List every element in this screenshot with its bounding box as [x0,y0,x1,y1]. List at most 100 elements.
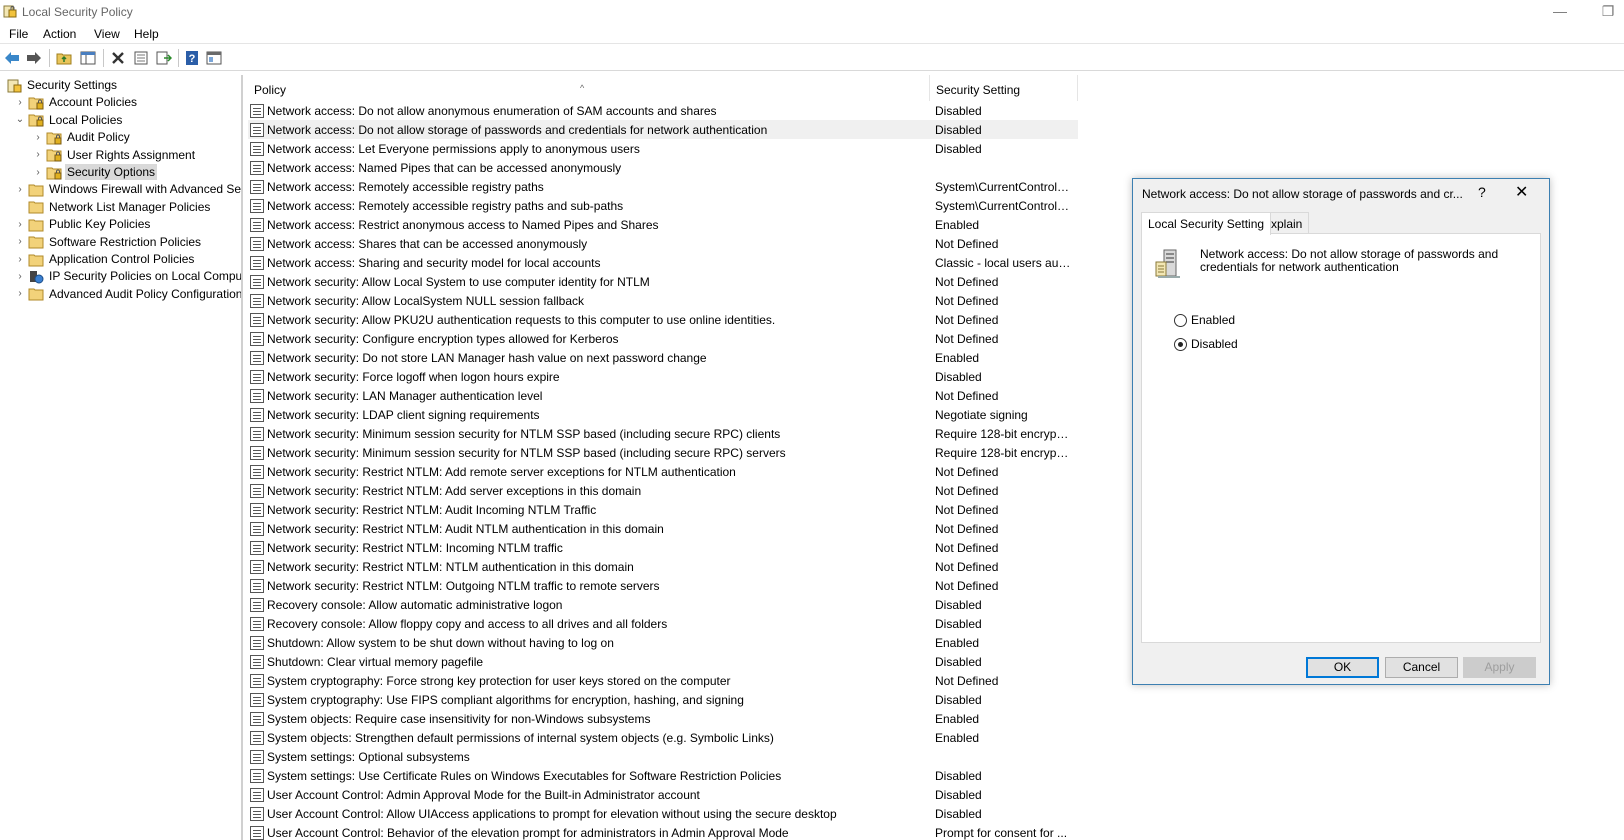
table-row[interactable]: Network security: Minimum session securi… [248,443,1078,462]
menu-view[interactable]: View [94,27,120,41]
table-row[interactable]: Network access: Restrict anonymous acces… [248,215,1078,234]
chevron-right-icon[interactable]: › [14,97,26,108]
tree-item-account-policies[interactable]: › Account Policies [14,93,139,111]
radio-enabled-circle[interactable] [1174,313,1187,327]
chevron-right-icon[interactable]: › [32,149,44,160]
table-row[interactable]: System objects: Require case insensitivi… [248,709,1078,728]
tab-local-security-setting[interactable]: Local Security Setting [1141,212,1272,235]
table-row[interactable]: Network security: Restrict NTLM: Audit I… [248,500,1078,519]
table-row[interactable]: Network security: Restrict NTLM: Incomin… [248,538,1078,557]
table-row[interactable]: System settings: Optional subsystems [248,747,1078,766]
dialog-close-button[interactable]: ✕ [1515,182,1528,202]
tree-item-security-settings[interactable]: Security Settings [4,76,119,94]
tree-item-application-control-policies[interactable]: › Application Control Policies [14,250,196,268]
tree-item-advanced-audit-policy-configuration[interactable]: › Advanced Audit Policy Configuration [14,285,241,303]
ok-button[interactable]: OK [1306,657,1379,678]
tree-item-public-key-policies[interactable]: › Public Key Policies [14,215,152,233]
table-row[interactable]: Network access: Shares that can be acces… [248,234,1078,253]
properties-icon[interactable] [132,49,150,67]
chevron-right-icon[interactable]: › [14,254,26,265]
chevron-right-icon[interactable]: › [14,288,26,299]
table-row[interactable]: Network access: Remotely accessible regi… [248,196,1078,215]
chevron-right-icon[interactable]: › [32,167,44,178]
table-row[interactable]: User Account Control: Behavior of the el… [248,823,1078,840]
radio-disabled-circle[interactable] [1174,337,1187,351]
svg-text:?: ? [189,53,196,65]
menu-action[interactable]: Action [43,27,76,41]
column-header-policy[interactable]: Policy ^ [248,75,930,101]
table-row[interactable]: User Account Control: Admin Approval Mod… [248,785,1078,804]
radio-enabled[interactable]: Enabled [1174,313,1235,327]
pane-splitter[interactable] [242,75,246,840]
table-row[interactable]: Network security: Allow PKU2U authentica… [248,310,1078,329]
table-row[interactable]: Network security: Restrict NTLM: NTLM au… [248,557,1078,576]
chevron-down-icon[interactable]: ⌄ [14,114,26,125]
chevron-right-icon[interactable]: › [14,236,26,247]
tree-item-ip-security-policies-on-local-compute[interactable]: › IP Security Policies on Local Compute [14,267,241,285]
table-row[interactable]: Network security: Do not store LAN Manag… [248,348,1078,367]
policy-name: Network security: LDAP client signing re… [267,407,540,422]
table-row[interactable]: Network security: Restrict NTLM: Add ser… [248,481,1078,500]
chevron-right-icon[interactable]: › [14,184,26,195]
table-row[interactable]: Shutdown: Clear virtual memory pagefile D… [248,652,1078,671]
delete-icon[interactable] [109,49,127,67]
cancel-button[interactable]: Cancel [1385,657,1458,678]
tree-item-windows-firewall-with-advanced-secu[interactable]: › Windows Firewall with Advanced Secu [14,180,241,198]
table-row[interactable]: Network security: Allow Local System to … [248,272,1078,291]
menu-file[interactable]: File [9,27,28,41]
minimize-button[interactable]: — [1550,2,1570,20]
radio-disabled[interactable]: Disabled [1174,337,1238,351]
chevron-right-icon[interactable]: › [14,219,26,230]
table-row[interactable]: Network security: Restrict NTLM: Outgoin… [248,576,1078,595]
security-setting-value: Enabled [935,217,980,232]
table-row[interactable]: Network security: LAN Manager authentica… [248,386,1078,405]
table-row[interactable]: System settings: Use Certificate Rules o… [248,766,1078,785]
security-setting-value: Disabled [935,654,982,669]
table-row[interactable]: Network access: Sharing and security mod… [248,253,1078,272]
table-row[interactable]: Network access: Do not allow anonymous e… [248,101,1078,120]
table-row[interactable]: Network access: Named Pipes that can be … [248,158,1078,177]
menu-help[interactable]: Help [134,27,159,41]
table-row[interactable]: Network security: Configure encryption t… [248,329,1078,348]
table-row[interactable]: Network access: Do not allow storage of … [248,120,1078,139]
dialog-help-button[interactable]: ? [1478,184,1486,200]
policy-item-icon [250,806,264,821]
table-row[interactable]: Recovery console: Allow automatic admini… [248,595,1078,614]
chevron-right-icon[interactable]: › [32,132,44,143]
security-setting-value: Not Defined [935,521,999,536]
help-icon[interactable]: ? [183,49,201,67]
table-row[interactable]: System objects: Strengthen default permi… [248,728,1078,747]
tree-item-user-rights-assignment[interactable]: › User Rights Assignment [32,146,197,164]
table-row[interactable]: System cryptography: Force strong key pr… [248,671,1078,690]
table-row[interactable]: Network security: Force logoff when logo… [248,367,1078,386]
table-row[interactable]: Network access: Remotely accessible regi… [248,177,1078,196]
table-row[interactable]: Network security: LDAP client signing re… [248,405,1078,424]
forward-arrow-icon[interactable] [25,49,43,67]
table-row[interactable]: Network security: Restrict NTLM: Audit N… [248,519,1078,538]
console-icon[interactable] [205,49,223,67]
table-row[interactable]: Recovery console: Allow floppy copy and … [248,614,1078,633]
tree-item-network-list-manager-policies[interactable]: Network List Manager Policies [14,198,212,216]
table-row[interactable]: Shutdown: Allow system to be shut down w… [248,633,1078,652]
tree-item-security-options[interactable]: › Security Options [32,163,158,181]
export-list-icon[interactable] [155,49,173,67]
table-row[interactable]: System cryptography: Use FIPS compliant … [248,690,1078,709]
tree-item-label: Security Options [65,164,158,180]
tree-item-audit-policy[interactable]: › Audit Policy [32,128,132,146]
column-header-security-setting[interactable]: Security Setting [930,75,1078,101]
table-row[interactable]: Network security: Restrict NTLM: Add rem… [248,462,1078,481]
radio-enabled-label: Enabled [1191,313,1236,327]
table-row[interactable]: Network security: Allow LocalSystem NULL… [248,291,1078,310]
up-folder-icon[interactable] [55,49,73,67]
back-arrow-icon[interactable] [3,49,21,67]
table-row[interactable]: Network security: Minimum session securi… [248,424,1078,443]
apply-button[interactable]: Apply [1463,657,1536,678]
table-row[interactable]: User Account Control: Allow UIAccess app… [248,804,1078,823]
tree-item-software-restriction-policies[interactable]: › Software Restriction Policies [14,233,203,251]
table-row[interactable]: Network access: Let Everyone permissions… [248,139,1078,158]
chevron-right-icon[interactable]: › [14,271,26,282]
show-hide-tree-icon[interactable] [79,49,97,67]
restore-button[interactable]: ❐ [1598,2,1618,20]
tree-item-local-policies[interactable]: ⌄ Local Policies [14,111,124,129]
security-setting-value: Disabled [935,122,982,137]
